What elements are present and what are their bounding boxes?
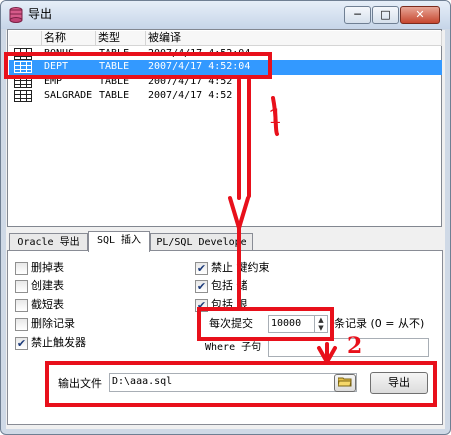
minimize-icon: ─	[354, 8, 361, 21]
disable-triggers-label: 禁止触发器	[31, 336, 86, 349]
annotation-box-output	[45, 361, 437, 407]
maximize-button[interactable]: □	[372, 6, 399, 24]
row-name: SALGRADE	[44, 90, 93, 101]
create-tables-label: 创建表	[31, 279, 64, 292]
close-button[interactable]: ✕	[400, 6, 440, 24]
column-header-compiled[interactable]: 被编译	[146, 31, 442, 46]
annotation-label-2: 2	[347, 333, 363, 359]
table-icon	[14, 90, 32, 102]
database-export-icon	[9, 7, 23, 23]
disable-triggers-checkbox[interactable]: ✔	[15, 337, 28, 350]
delete-records-label: 删除记录	[31, 317, 75, 330]
column-icon-header[interactable]	[9, 31, 42, 46]
delete-records-checkbox[interactable]	[15, 318, 28, 331]
maximize-icon: □	[380, 8, 391, 21]
close-icon: ✕	[415, 8, 425, 21]
drop-tables-checkbox[interactable]	[15, 262, 28, 275]
minimize-button[interactable]: ─	[344, 6, 371, 24]
disable-foreign-keys-checkbox[interactable]: ✔	[195, 262, 208, 275]
annotation-box-commit	[197, 307, 334, 341]
truncate-tables-label: 截短表	[31, 298, 64, 311]
checkmark-icon: ✔	[196, 280, 207, 293]
annotation-label-1: 1	[268, 104, 282, 128]
column-header-type[interactable]: 类型	[96, 31, 146, 46]
window-title: 导出	[28, 7, 53, 21]
tab-sql-insert[interactable]: SQL 插入	[88, 231, 150, 252]
create-tables-checkbox[interactable]	[15, 280, 28, 293]
checkmark-icon: ✔	[16, 337, 27, 350]
checkmark-icon: ✔	[196, 262, 207, 275]
column-header-name[interactable]: 名称	[42, 31, 96, 46]
include-storage-checkbox[interactable]: ✔	[195, 280, 208, 293]
row-type: TABLE	[99, 90, 130, 101]
tab-oracle-export[interactable]: Oracle 导出	[9, 233, 88, 251]
annotation-box-selected-row	[4, 52, 272, 79]
drop-tables-label: 删掉表	[31, 261, 64, 274]
truncate-tables-checkbox[interactable]	[15, 299, 28, 312]
